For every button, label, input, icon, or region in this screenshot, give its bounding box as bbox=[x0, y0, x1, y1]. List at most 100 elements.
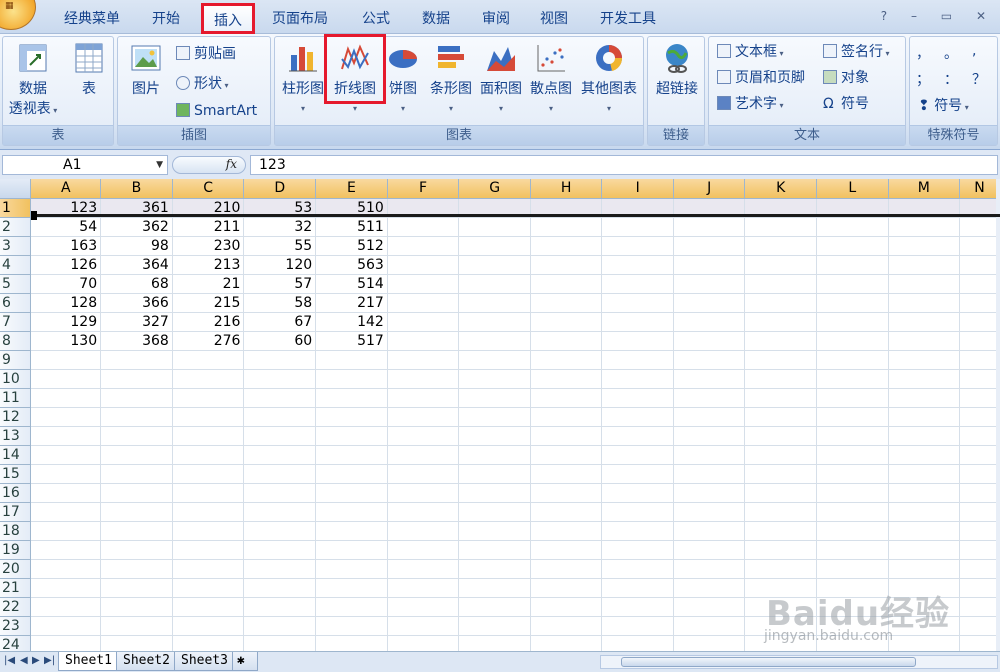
cell-a8[interactable]: 130 bbox=[30, 331, 102, 351]
cell-c20[interactable] bbox=[172, 559, 245, 579]
cell-i12[interactable] bbox=[601, 407, 674, 427]
cell-j22[interactable] bbox=[673, 597, 746, 617]
cell-e17[interactable] bbox=[315, 502, 388, 522]
tab-data[interactable]: 数据 bbox=[422, 8, 450, 28]
cell-g24[interactable] bbox=[458, 635, 531, 651]
cell-h4[interactable] bbox=[530, 255, 603, 275]
cell-h9[interactable] bbox=[530, 350, 603, 370]
symbol-period-button[interactable]: 。 bbox=[944, 43, 958, 63]
cell-e20[interactable] bbox=[315, 559, 388, 579]
cell-d14[interactable] bbox=[243, 445, 317, 465]
cell-l12[interactable] bbox=[816, 407, 889, 427]
cell-i4[interactable] bbox=[601, 255, 674, 275]
cell-f11[interactable] bbox=[387, 388, 460, 408]
cell-k19[interactable] bbox=[744, 540, 817, 560]
row-header-23[interactable]: 23 bbox=[0, 616, 32, 636]
cell-h20[interactable] bbox=[530, 559, 603, 579]
row-header-4[interactable]: 4 bbox=[0, 255, 32, 275]
cell-i21[interactable] bbox=[601, 578, 674, 598]
row-header-15[interactable]: 15 bbox=[0, 464, 32, 484]
cell-c6[interactable]: 215 bbox=[172, 293, 245, 313]
cell-d12[interactable] bbox=[243, 407, 317, 427]
cell-e7[interactable]: 142 bbox=[315, 312, 388, 332]
tab-home[interactable]: 开始 bbox=[152, 8, 180, 28]
cell-d15[interactable] bbox=[243, 464, 317, 484]
first-sheet-icon[interactable]: |◀ bbox=[4, 655, 15, 666]
insert-sheet-icon[interactable]: ✱ bbox=[232, 652, 258, 671]
cell-f17[interactable] bbox=[387, 502, 460, 522]
cell-k10[interactable] bbox=[744, 369, 817, 389]
horizontal-scrollbar[interactable] bbox=[600, 655, 998, 669]
row-header-6[interactable]: 6 bbox=[0, 293, 32, 313]
cell-c3[interactable]: 230 bbox=[172, 236, 245, 256]
cell-g7[interactable] bbox=[458, 312, 531, 332]
cell-b20[interactable] bbox=[100, 559, 173, 579]
cell-m8[interactable] bbox=[888, 331, 961, 351]
cell-n3[interactable] bbox=[959, 236, 1000, 256]
cell-b15[interactable] bbox=[100, 464, 173, 484]
cell-g2[interactable] bbox=[458, 217, 531, 237]
cell-m9[interactable] bbox=[888, 350, 961, 370]
cell-c15[interactable] bbox=[172, 464, 245, 484]
cell-g14[interactable] bbox=[458, 445, 531, 465]
cell-n13[interactable] bbox=[959, 426, 1000, 446]
cell-c18[interactable] bbox=[172, 521, 245, 541]
cell-n14[interactable] bbox=[959, 445, 1000, 465]
cell-d19[interactable] bbox=[243, 540, 317, 560]
row-header-19[interactable]: 19 bbox=[0, 540, 32, 560]
cell-c10[interactable] bbox=[172, 369, 245, 389]
cell-d20[interactable] bbox=[243, 559, 317, 579]
cell-f3[interactable] bbox=[387, 236, 460, 256]
cell-e3[interactable]: 512 bbox=[315, 236, 388, 256]
cell-c9[interactable] bbox=[172, 350, 245, 370]
cell-n2[interactable] bbox=[959, 217, 1000, 237]
cell-k18[interactable] bbox=[744, 521, 817, 541]
cell-d9[interactable] bbox=[243, 350, 317, 370]
cell-g15[interactable] bbox=[458, 464, 531, 484]
column-header-n[interactable]: N bbox=[959, 179, 1000, 199]
cell-m11[interactable] bbox=[888, 388, 961, 408]
symbol-button[interactable]: Ω 符号 bbox=[823, 93, 869, 113]
cell-e16[interactable] bbox=[315, 483, 388, 503]
special-symbol-button[interactable]: ❢ 符号 ▾ bbox=[918, 95, 969, 115]
cell-a2[interactable]: 54 bbox=[30, 217, 102, 237]
cell-g17[interactable] bbox=[458, 502, 531, 522]
cell-h3[interactable] bbox=[530, 236, 603, 256]
cell-l15[interactable] bbox=[816, 464, 889, 484]
cell-a24[interactable] bbox=[30, 635, 102, 651]
cell-g21[interactable] bbox=[458, 578, 531, 598]
cell-b22[interactable] bbox=[100, 597, 173, 617]
cell-l11[interactable] bbox=[816, 388, 889, 408]
row-header-22[interactable]: 22 bbox=[0, 597, 32, 617]
cell-b18[interactable] bbox=[100, 521, 173, 541]
textbox-button[interactable]: 文本框 ▾ bbox=[717, 41, 784, 61]
symbol-semicolon-button[interactable]: ； bbox=[916, 69, 930, 89]
cell-i20[interactable] bbox=[601, 559, 674, 579]
cell-a12[interactable] bbox=[30, 407, 102, 427]
scatter-chart-button[interactable]: 散点图 ▾ bbox=[527, 41, 575, 119]
column-header-f[interactable]: F bbox=[387, 179, 460, 199]
cell-b5[interactable]: 68 bbox=[100, 274, 173, 294]
row-header-18[interactable]: 18 bbox=[0, 521, 32, 541]
cell-c13[interactable] bbox=[172, 426, 245, 446]
cell-c14[interactable] bbox=[172, 445, 245, 465]
cell-g22[interactable] bbox=[458, 597, 531, 617]
cell-m19[interactable] bbox=[888, 540, 961, 560]
cell-b12[interactable] bbox=[100, 407, 173, 427]
cell-c22[interactable] bbox=[172, 597, 245, 617]
cell-b10[interactable] bbox=[100, 369, 173, 389]
horizontal-scroll-thumb[interactable] bbox=[621, 657, 916, 667]
cell-l13[interactable] bbox=[816, 426, 889, 446]
sheet-tab-3[interactable]: Sheet3 bbox=[174, 652, 235, 671]
cell-b21[interactable] bbox=[100, 578, 173, 598]
cell-h19[interactable] bbox=[530, 540, 603, 560]
cell-j24[interactable] bbox=[673, 635, 746, 651]
cell-g4[interactable] bbox=[458, 255, 531, 275]
row-header-8[interactable]: 8 bbox=[0, 331, 32, 351]
picture-button[interactable]: 图片 bbox=[124, 41, 168, 99]
cell-f18[interactable] bbox=[387, 521, 460, 541]
row-header-7[interactable]: 7 bbox=[0, 312, 32, 332]
cell-a5[interactable]: 70 bbox=[30, 274, 102, 294]
cell-b19[interactable] bbox=[100, 540, 173, 560]
cell-b17[interactable] bbox=[100, 502, 173, 522]
